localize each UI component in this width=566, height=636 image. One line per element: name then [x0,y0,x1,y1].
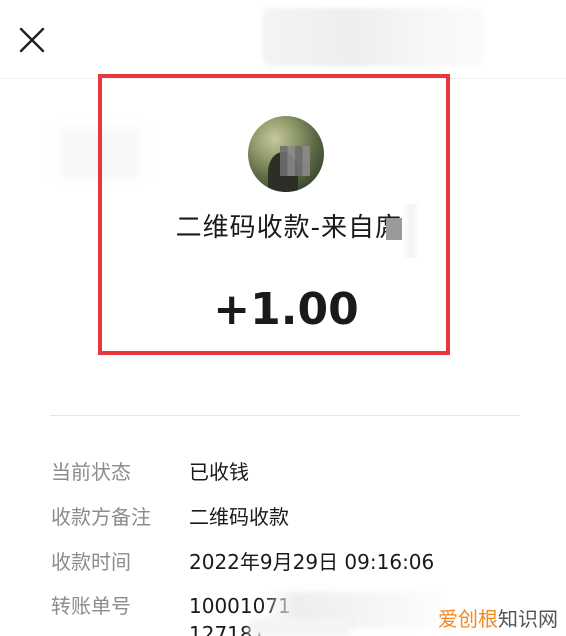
top-bar [0,0,566,79]
site-watermark: 爱创根知识网 [438,606,558,632]
detail-value: 二维码收款 [189,505,289,529]
detail-value: 已收钱 [189,460,249,484]
highlight-annotation-box [98,74,450,355]
detail-label: 收款时间 [51,550,131,574]
detail-label: 转账单号 [51,594,131,618]
transfer-number-blur-line2 [250,618,350,636]
close-button[interactable] [12,20,52,60]
receipt-page: 二维码收款-来自庹 +1.00 当前状态 已收钱 收款方备注 二维码收款 收款时… [0,0,566,636]
watermark-part-b: 知识网 [498,607,558,631]
watermark-part-a: 爱创根 [438,607,498,631]
detail-row-receive-time: 收款时间 2022年9月29日 09:16:06 [0,542,566,582]
detail-row-status: 当前状态 已收钱 [0,452,566,492]
detail-label: 当前状态 [51,460,131,484]
detail-value: 2022年9月29日 09:16:06 [189,550,435,574]
blurred-header-area [262,8,484,66]
detail-label: 收款方备注 [51,505,151,529]
section-divider [50,415,520,416]
detail-row-payee-note: 收款方备注 二维码收款 [0,497,566,537]
close-icon [19,27,45,53]
